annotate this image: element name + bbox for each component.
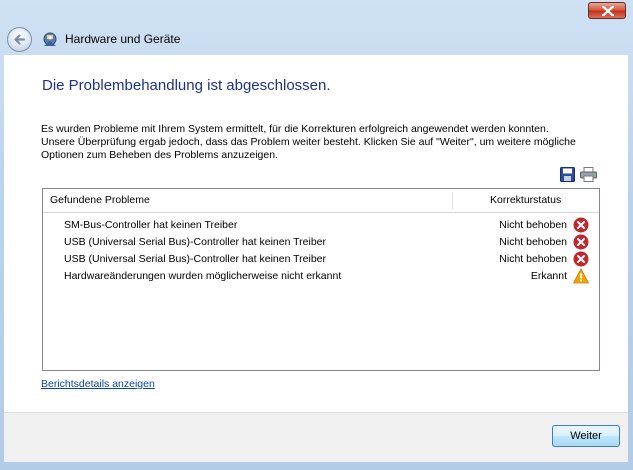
close-button[interactable] bbox=[588, 2, 626, 19]
status-cell: Erkannt bbox=[530, 270, 567, 282]
back-arrow-icon bbox=[14, 34, 26, 45]
status-cell: Nicht behoben bbox=[499, 236, 567, 248]
window-title: Hardware und Geräte bbox=[65, 32, 181, 46]
content-panel: Die Problembehandlung ist abgeschlossen.… bbox=[4, 55, 628, 412]
table-row[interactable]: USB (Universal Serial Bus)-Controller ha… bbox=[43, 234, 599, 251]
print-icon[interactable] bbox=[580, 167, 597, 185]
problem-cell: USB (Universal Serial Bus)-Controller ha… bbox=[64, 236, 327, 248]
problems-table: Gefundene Probleme Korrekturstatus SM-Bu… bbox=[42, 188, 600, 371]
problem-cell: SM-Bus-Controller hat keinen Treiber bbox=[64, 219, 238, 231]
table-row[interactable]: SM-Bus-Controller hat keinen Treiber Nic… bbox=[43, 217, 599, 234]
troubleshooter-icon bbox=[43, 32, 57, 46]
problem-cell: Hardwareänderungen wurden möglicherweise… bbox=[64, 270, 342, 282]
error-icon bbox=[573, 217, 589, 233]
error-icon bbox=[573, 251, 589, 267]
save-icon[interactable] bbox=[560, 167, 575, 185]
table-row[interactable]: USB (Universal Serial Bus)-Controller ha… bbox=[43, 251, 599, 268]
page-heading: Die Problembehandlung ist abgeschlossen. bbox=[42, 77, 331, 94]
title-bar[interactable] bbox=[0, 0, 633, 24]
status-cell: Nicht behoben bbox=[499, 219, 567, 231]
column-header-status[interactable]: Korrekturstatus bbox=[490, 194, 561, 206]
column-divider bbox=[452, 192, 453, 209]
footer-bar: Weiter bbox=[4, 412, 628, 462]
navigation-bar: Hardware und Geräte bbox=[1, 24, 631, 55]
description-text: Es wurden Probleme mit Ihrem System ermi… bbox=[41, 123, 576, 161]
table-header: Gefundene Probleme Korrekturstatus bbox=[43, 189, 599, 213]
column-header-problems[interactable]: Gefundene Probleme bbox=[50, 194, 150, 206]
window-frame: Hardware und Geräte Die Problembehandlun… bbox=[0, 0, 633, 470]
close-icon bbox=[602, 6, 614, 16]
problem-cell: USB (Universal Serial Bus)-Controller ha… bbox=[64, 253, 327, 265]
error-icon bbox=[573, 234, 589, 250]
table-row[interactable]: Hardwareänderungen wurden möglicherweise… bbox=[43, 268, 599, 285]
report-details-link[interactable]: Berichtsdetails anzeigen bbox=[41, 378, 155, 390]
back-button[interactable] bbox=[7, 27, 32, 52]
next-button[interactable]: Weiter bbox=[552, 425, 620, 447]
status-cell: Nicht behoben bbox=[499, 253, 567, 265]
warning-icon bbox=[573, 268, 589, 284]
